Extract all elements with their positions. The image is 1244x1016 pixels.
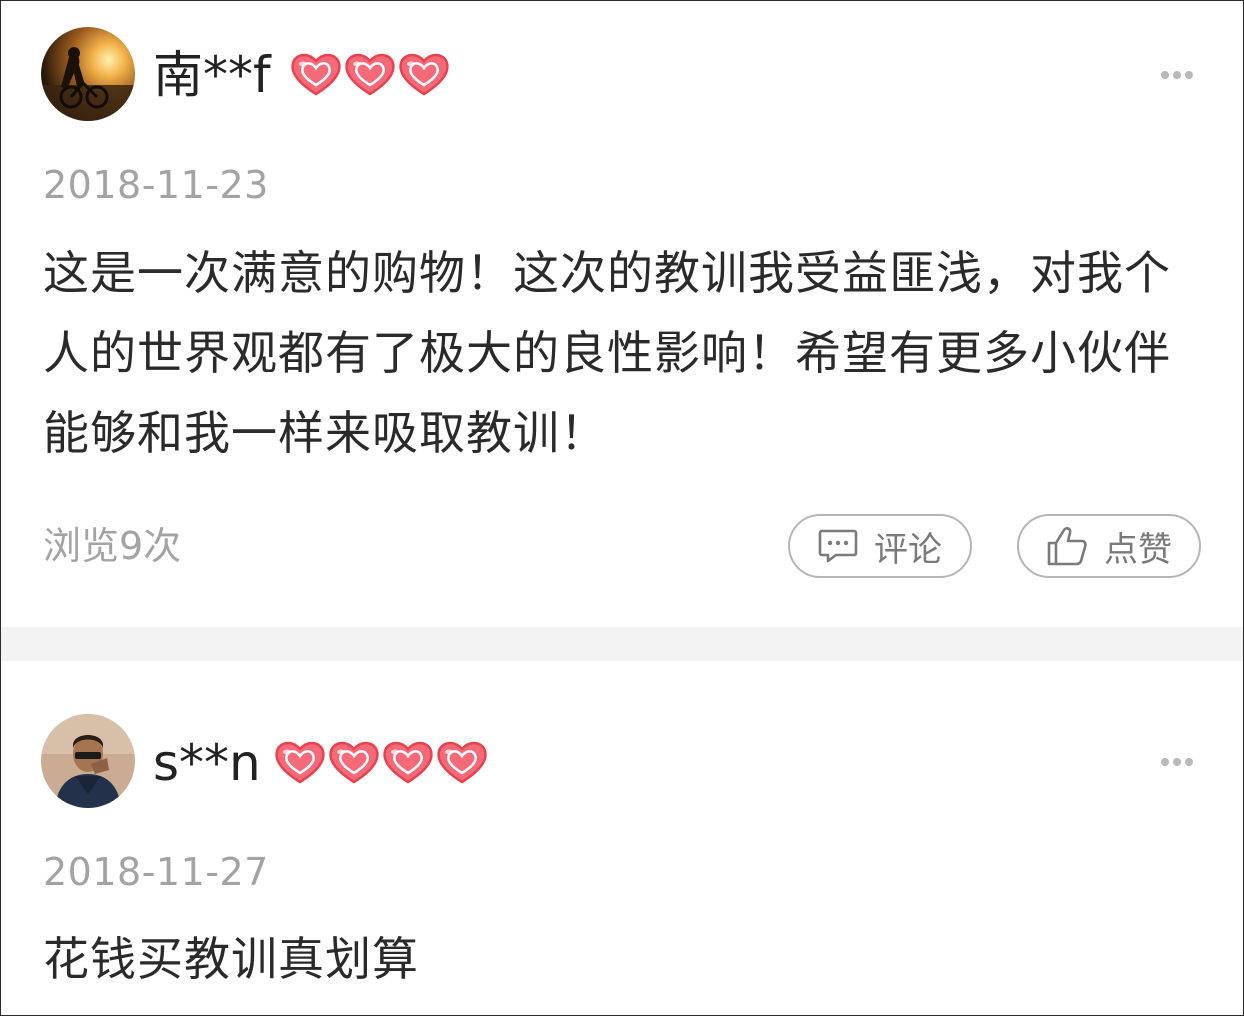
comment-date: 2018-11-23: [43, 163, 269, 207]
card-separator: [1, 627, 1243, 661]
level-hearts: [289, 51, 451, 97]
user-avatar[interactable]: [41, 714, 135, 808]
comment-button-label: 评论: [874, 529, 942, 570]
comment-date: 2018-11-27: [43, 850, 269, 894]
comment-feed: 南**f 2018-11-23 这是一次满意的购物！这次的教训我受益匪浅，对我个…: [0, 0, 1244, 1016]
heart-level-icon: [329, 741, 379, 784]
heart-level-icon: [399, 53, 449, 96]
comment-button[interactable]: 评论: [788, 514, 972, 578]
more-dots-icon[interactable]: [1161, 757, 1193, 767]
comment-card: s**n 2018-11-27 花钱买教训真划算: [1, 661, 1243, 1015]
comment-text: 这是一次满意的购物！这次的教训我受益匪浅，对我个人的世界观都有了极大的良性影响！…: [43, 246, 1171, 460]
thumbs-up-icon: [1046, 526, 1088, 566]
comment-bubble-icon: [818, 528, 858, 564]
username[interactable]: s**n: [153, 733, 261, 793]
username[interactable]: 南**f: [153, 45, 271, 105]
heart-level-icon: [291, 53, 341, 96]
heart-level-icon: [383, 741, 433, 784]
like-button[interactable]: 点赞: [1017, 514, 1201, 578]
comment-text: 花钱买教训真划算: [43, 932, 419, 986]
view-count: 浏览9次: [43, 524, 182, 568]
heart-level-icon: [275, 741, 325, 784]
like-button-label: 点赞: [1104, 529, 1172, 570]
level-hearts: [273, 739, 489, 785]
user-avatar[interactable]: [41, 27, 135, 121]
comment-card: 南**f 2018-11-23 这是一次满意的购物！这次的教训我受益匪浅，对我个…: [1, 1, 1243, 627]
heart-level-icon: [345, 53, 395, 96]
more-dots-icon[interactable]: [1161, 70, 1193, 80]
heart-level-icon: [437, 741, 487, 784]
